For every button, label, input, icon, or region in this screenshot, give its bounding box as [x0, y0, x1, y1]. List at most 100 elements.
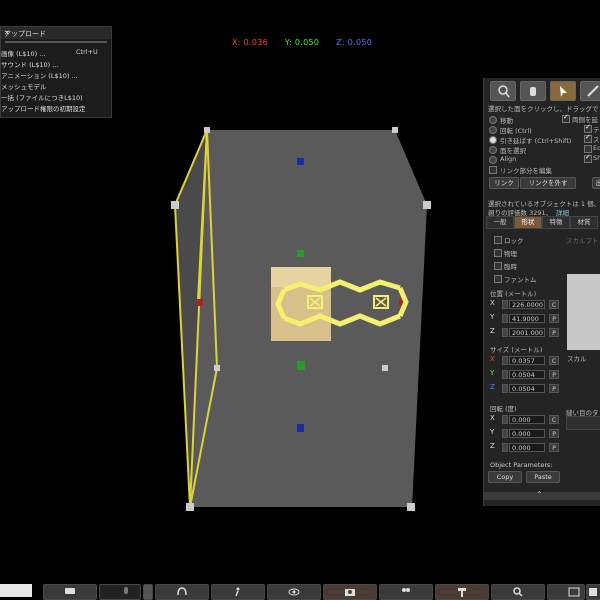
- phantom-checkbox[interactable]: [494, 275, 502, 283]
- mode-select-face-radio[interactable]: [489, 146, 497, 154]
- menu-item-upload-animation[interactable]: アニメーション (L$10) ...: [1, 69, 111, 80]
- stretch-handle[interactable]: [186, 503, 194, 511]
- position-x-field[interactable]: 226.0000: [509, 300, 545, 309]
- people-button[interactable]: [379, 584, 433, 600]
- bottom-toolbar: [0, 582, 600, 600]
- tab-general[interactable]: 一般: [486, 216, 514, 229]
- position-y-field[interactable]: 41.9000: [509, 314, 545, 323]
- params-copy-button[interactable]: Copy: [488, 471, 522, 483]
- edit-axis-checkbox[interactable]: [584, 145, 592, 153]
- size-z-spinner[interactable]: [502, 384, 508, 393]
- position-y-axis: Y: [490, 313, 495, 321]
- rotation-z-field[interactable]: 0.000: [509, 443, 545, 452]
- move-tool-button[interactable]: [520, 81, 546, 101]
- 3d-viewport[interactable]: [150, 110, 450, 530]
- panel-collapse-bar[interactable]: ⌃: [484, 490, 600, 500]
- rotation-x-spinner[interactable]: [502, 415, 508, 424]
- menu-item-upload-permissions[interactable]: アップロード権限の初期設定: [1, 102, 111, 113]
- position-copy-button[interactable]: C: [549, 300, 559, 309]
- rotation-paste-button[interactable]: P: [549, 429, 559, 438]
- position-x-spinner[interactable]: [502, 300, 508, 309]
- edit-tool-button[interactable]: [550, 81, 576, 101]
- position-paste-button[interactable]: P: [549, 314, 559, 323]
- menu-item-upload-image[interactable]: 画像 (L$10) ... Ctrl+U: [1, 47, 111, 58]
- map-button[interactable]: [547, 584, 585, 600]
- upload-menu-title-bar[interactable]: アップロード ✕: [1, 27, 111, 39]
- stretch-handle[interactable]: [407, 503, 415, 511]
- edit-linked-checkbox[interactable]: [489, 166, 497, 174]
- speak-button[interactable]: [155, 584, 209, 600]
- y-axis-handle[interactable]: [297, 361, 305, 370]
- rotation-z-spinner[interactable]: [502, 443, 508, 452]
- rotation-copy-button[interactable]: C: [549, 415, 559, 424]
- unlink-button[interactable]: リンクを外す: [520, 177, 576, 189]
- voice-button[interactable]: [99, 584, 141, 600]
- stretch-handle[interactable]: [382, 365, 388, 371]
- locked-checkbox[interactable]: [494, 236, 502, 244]
- link-button[interactable]: リンク: [489, 177, 519, 189]
- y-axis-handle[interactable]: [297, 250, 304, 257]
- stretch-handle[interactable]: [204, 127, 210, 133]
- menu-item-bulk-upload[interactable]: 一括 (ファイルにつきL$10): [1, 91, 111, 102]
- minimap-button[interactable]: [586, 584, 600, 600]
- mode-align-radio[interactable]: [489, 156, 497, 164]
- position-z-spinner[interactable]: [502, 328, 508, 337]
- texture-dropdown[interactable]: [566, 416, 600, 430]
- stretch-handle[interactable]: [423, 201, 431, 209]
- object-params-label: Object Parameters:: [490, 461, 553, 469]
- x-axis-handle[interactable]: [197, 299, 203, 306]
- size-x-field[interactable]: 0.0357: [509, 356, 545, 365]
- tab-features[interactable]: 特徴: [542, 216, 570, 229]
- params-paste-button[interactable]: Paste: [526, 471, 560, 483]
- sculpt-type-label: スカルプト: [566, 237, 599, 245]
- menu-item-upload-mesh[interactable]: メッシュモデル: [1, 80, 111, 91]
- size-x-spinner[interactable]: [502, 356, 508, 365]
- tab-texture[interactable]: 材質: [570, 216, 598, 229]
- mode-stretch-radio[interactable]: [489, 136, 497, 144]
- show-highlight-checkbox[interactable]: [584, 153, 592, 163]
- extra-button[interactable]: 出: [592, 177, 600, 189]
- mode-move-radio[interactable]: [489, 116, 497, 124]
- voice-dropdown[interactable]: [143, 584, 153, 600]
- sculpt-texture-preview[interactable]: [567, 274, 600, 350]
- coordinate-readout: X: 0.036 Y: 0.050 Z: 0.050: [232, 38, 386, 47]
- z-axis-handle[interactable]: [297, 158, 304, 165]
- rotation-y-field[interactable]: 0.000: [509, 429, 545, 438]
- z-axis-handle[interactable]: [297, 424, 304, 432]
- tab-object[interactable]: 形状: [514, 216, 542, 229]
- size-copy-button[interactable]: C: [549, 356, 559, 365]
- temporary-checkbox[interactable]: [494, 262, 502, 270]
- stretch-both-sides-checkbox[interactable]: [562, 113, 570, 123]
- build-button[interactable]: [435, 584, 489, 600]
- rotation-paste-button[interactable]: P: [549, 443, 559, 452]
- snapshot-button[interactable]: [323, 584, 377, 600]
- snap-grid-checkbox[interactable]: [584, 133, 592, 143]
- size-paste-button[interactable]: P: [549, 370, 559, 379]
- close-icon[interactable]: ✕: [4, 29, 108, 37]
- chat-button[interactable]: [43, 584, 97, 600]
- physics-checkbox[interactable]: [494, 249, 502, 257]
- search-button[interactable]: [491, 584, 545, 600]
- position-z-axis: Z: [490, 327, 495, 335]
- chat-input[interactable]: [0, 584, 32, 597]
- walk-button[interactable]: [211, 584, 265, 600]
- rotation-x-field[interactable]: 0.000: [509, 415, 545, 424]
- size-y-field[interactable]: 0.0504: [509, 370, 545, 379]
- rotation-y-spinner[interactable]: [502, 429, 508, 438]
- stretch-textures-checkbox[interactable]: [584, 123, 592, 133]
- size-y-spinner[interactable]: [502, 370, 508, 379]
- create-tool-button[interactable]: [580, 81, 600, 101]
- focus-tool-button[interactable]: [490, 81, 516, 101]
- stretch-handle[interactable]: [214, 365, 220, 371]
- stretch-handle[interactable]: [171, 201, 179, 209]
- mode-rotate-radio[interactable]: [489, 126, 497, 134]
- stretch-handle[interactable]: [392, 127, 398, 133]
- mode-select-face-label: 面を選択: [500, 147, 526, 155]
- view-button[interactable]: [267, 584, 321, 600]
- position-y-spinner[interactable]: [502, 314, 508, 323]
- size-paste-button[interactable]: P: [549, 384, 559, 393]
- menu-item-upload-sound[interactable]: サウンド (L$10) ...: [1, 58, 111, 69]
- size-z-field[interactable]: 0.0504: [509, 384, 545, 393]
- position-z-field[interactable]: 2001.000: [509, 328, 545, 337]
- position-paste-button[interactable]: P: [549, 328, 559, 337]
